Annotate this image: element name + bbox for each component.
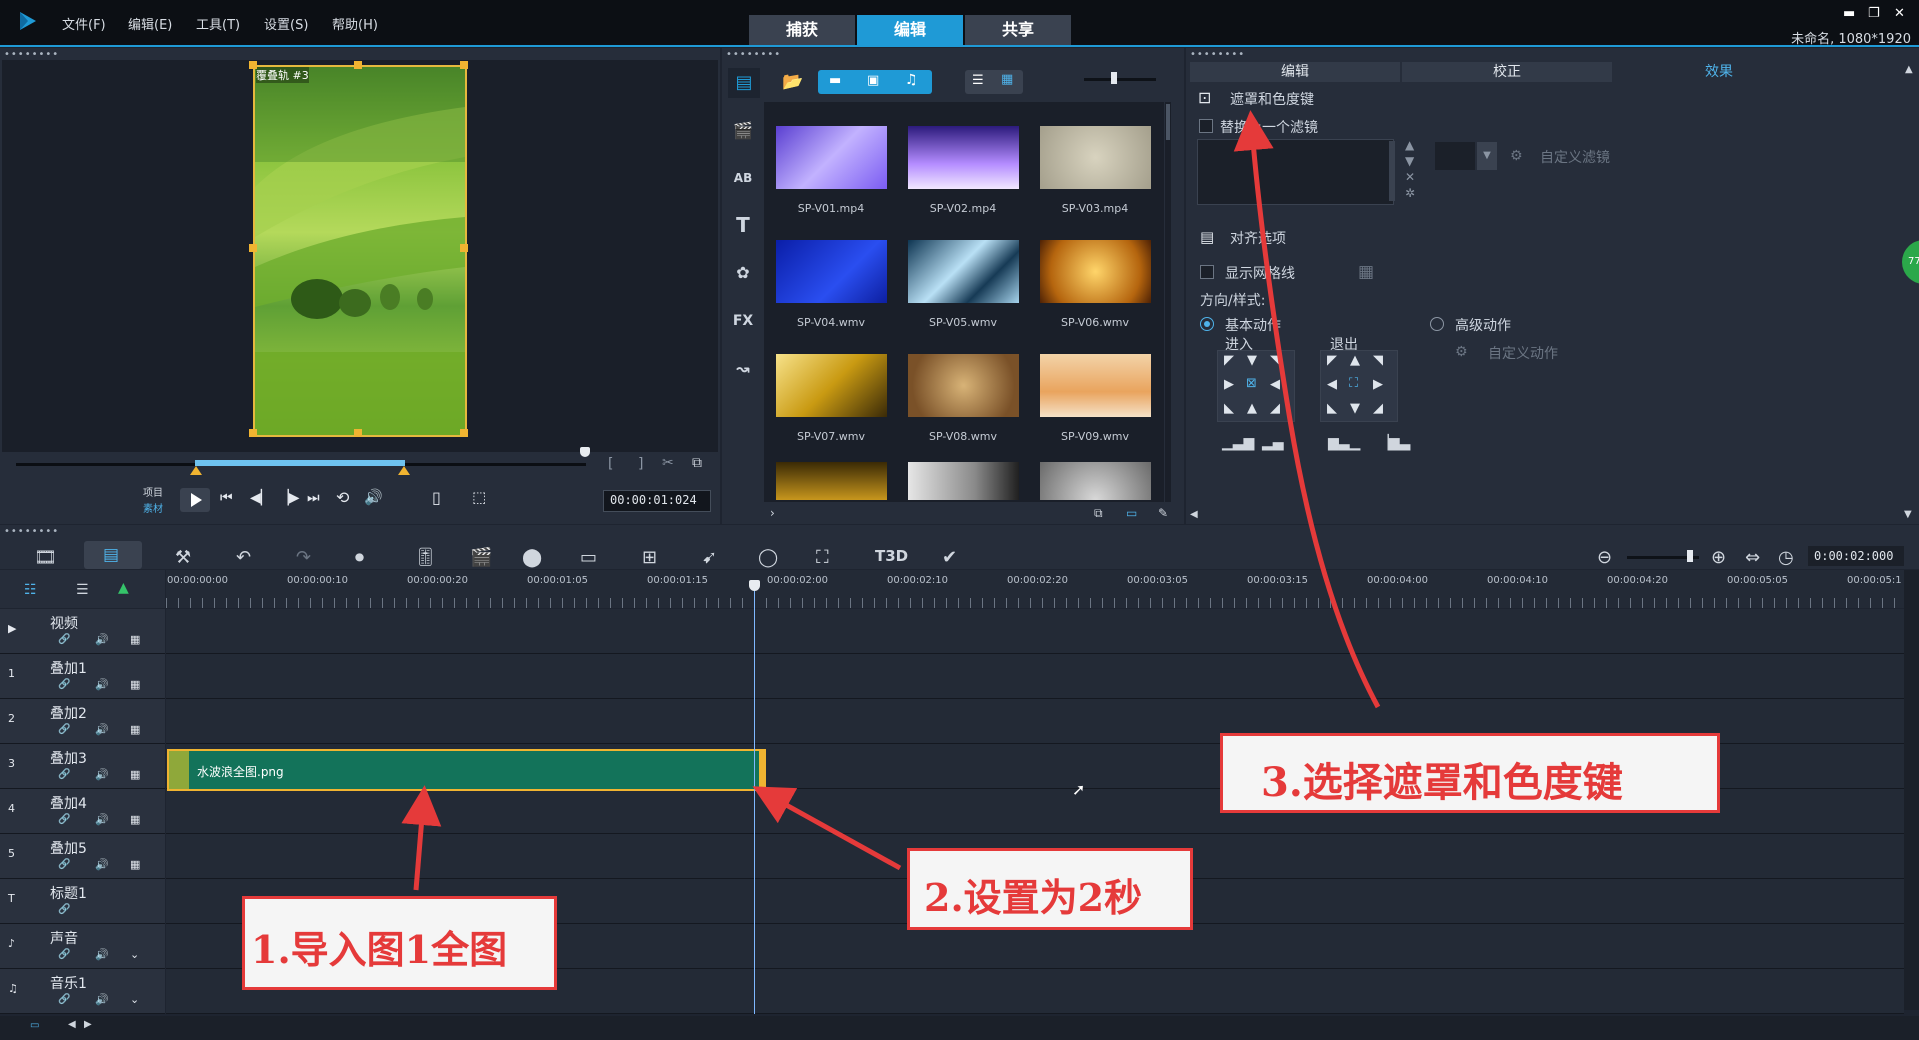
annotation-step1-box: 1.导入图1全图 xyxy=(242,896,557,990)
annotation-step3-box: 3.选择遮罩和色度键 xyxy=(1220,733,1720,813)
annotation-step2-box: 2.设置为2秒 xyxy=(907,848,1193,930)
arrow-step3 xyxy=(1233,110,1381,709)
annotation-step3-text: 3.选择遮罩和色度键 xyxy=(1261,759,1623,806)
arrow-step2 xyxy=(752,786,902,871)
annotation-step2-text: 2.设置为2秒 xyxy=(924,875,1143,920)
annotation-step1-text: 1.导入图1全图 xyxy=(251,927,508,972)
arrow-step1 xyxy=(401,785,442,891)
